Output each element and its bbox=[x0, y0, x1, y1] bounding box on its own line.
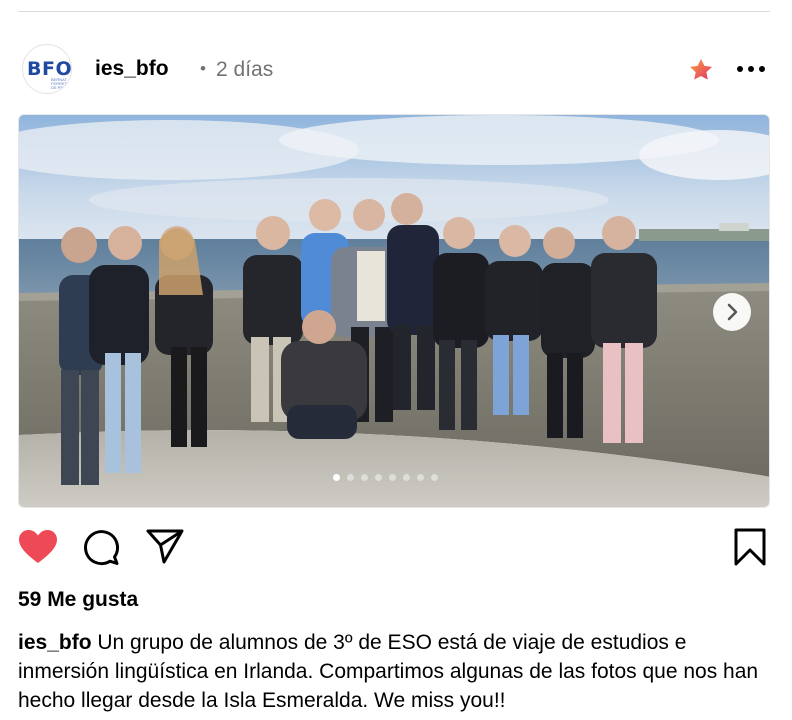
send-icon[interactable] bbox=[146, 528, 184, 564]
post-caption: ies_bfo Un grupo de alumnos de 3º de ESO… bbox=[18, 628, 770, 715]
dot-separator: • bbox=[200, 59, 206, 78]
avatar[interactable]: BFO BERNAT FERRET DE PRIMA bbox=[22, 44, 72, 94]
carousel-dot bbox=[333, 474, 340, 481]
carousel-dots bbox=[333, 474, 438, 484]
carousel-dot bbox=[375, 474, 382, 481]
carousel-dot bbox=[431, 474, 438, 481]
post-header: BFO BERNAT FERRET DE PRIMA ies_bfo • 2 d… bbox=[18, 44, 770, 96]
post-username[interactable]: ies_bfo bbox=[95, 57, 169, 81]
top-divider bbox=[18, 11, 770, 12]
caption-text: Un grupo de alumnos de 3º de ESO está de… bbox=[18, 631, 759, 712]
carousel-dot bbox=[403, 474, 410, 481]
carousel-dot bbox=[347, 474, 354, 481]
star-icon[interactable] bbox=[687, 56, 715, 84]
photo-illustration bbox=[19, 115, 769, 507]
post-photo[interactable] bbox=[18, 114, 770, 508]
avatar-logo-subtext: BERNAT FERRET DE PRIMA bbox=[51, 77, 71, 90]
more-icon[interactable] bbox=[736, 62, 766, 76]
likes-count[interactable]: 59 Me gusta bbox=[18, 588, 138, 612]
bookmark-icon[interactable] bbox=[733, 528, 767, 566]
heart-icon[interactable] bbox=[18, 529, 58, 565]
carousel-dot bbox=[361, 474, 368, 481]
caption-username[interactable]: ies_bfo bbox=[18, 631, 92, 654]
comment-icon[interactable] bbox=[82, 528, 120, 566]
chevron-right-icon[interactable] bbox=[713, 293, 751, 331]
carousel-dot bbox=[417, 474, 424, 481]
carousel-dot bbox=[389, 474, 396, 481]
post-time[interactable]: 2 días bbox=[216, 58, 273, 82]
